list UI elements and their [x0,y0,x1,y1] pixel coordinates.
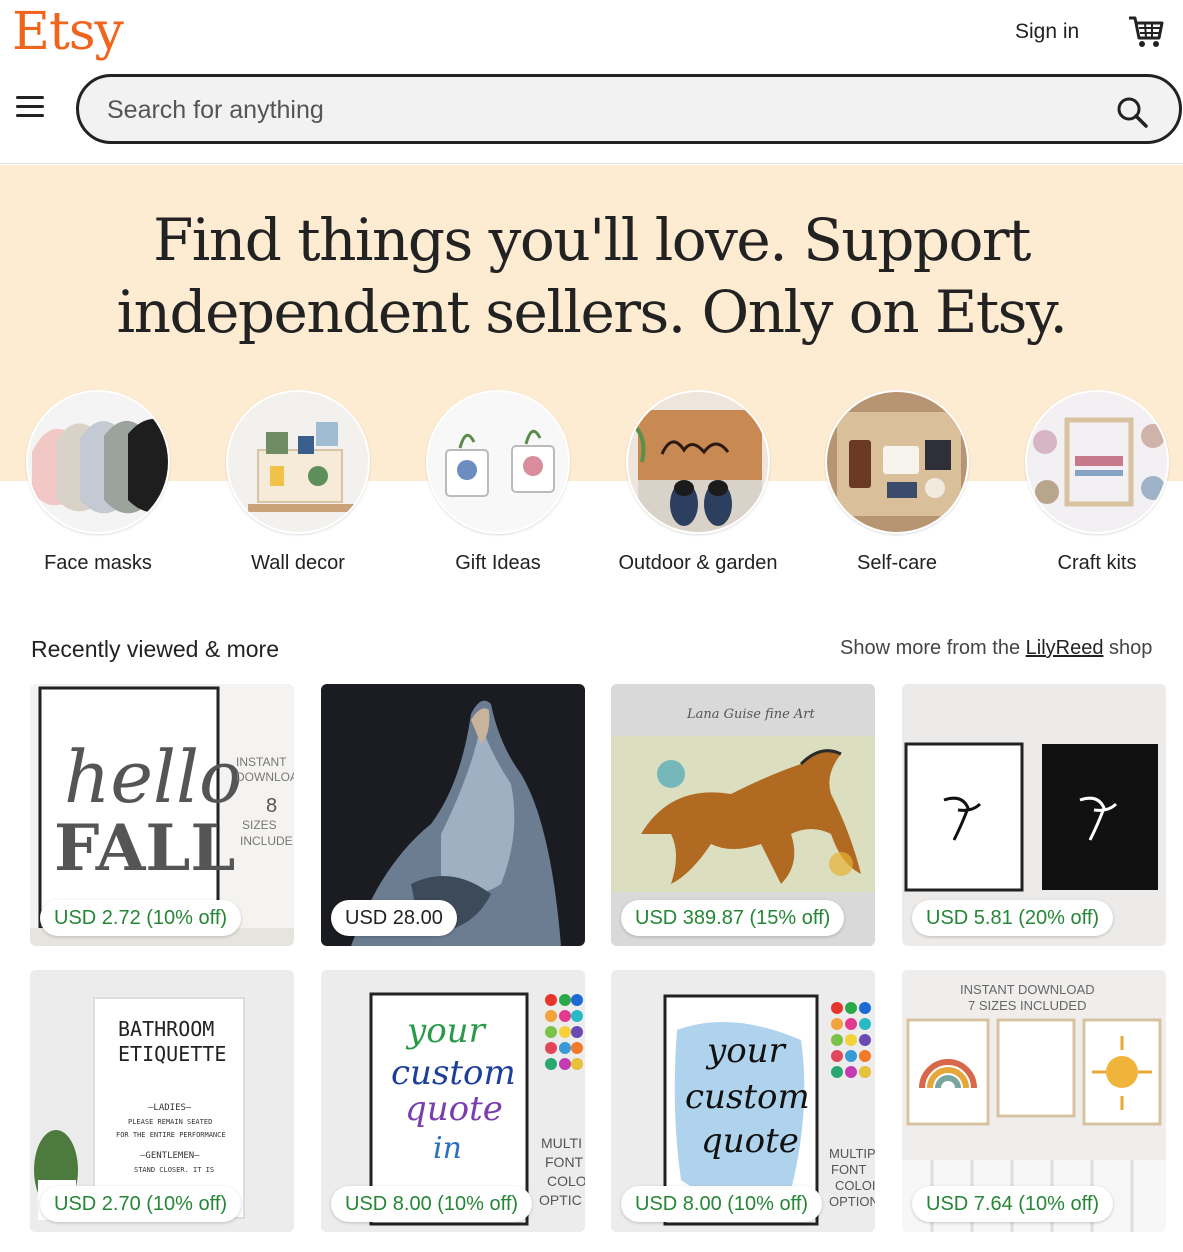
category-image[interactable] [26,390,170,534]
section-title: Recently viewed & more [31,636,279,662]
listing-image-text: Lana Guise fine Art [686,707,816,722]
show-more-suffix: shop [1103,637,1153,659]
listing-price: USD 389.87 (15% off) [621,900,845,936]
category-image[interactable] [426,390,570,534]
listing-image-text: FONT [831,1162,866,1177]
listing-image-text: in [433,1131,462,1166]
listing-image-text: ETIQUETTE [118,1042,226,1066]
hero-title: Find things you'll love. Support indepen… [0,204,1183,348]
listing-image-text: DOWNLOA [236,770,294,784]
listing-image-text: COLO [547,1173,585,1189]
listing-image-text: quote [405,1089,503,1129]
listing-image-text: SIZES [242,818,277,832]
category-wall-decor[interactable]: Wall decor [213,390,383,575]
listing-price: USD 2.70 (10% off) [40,1186,242,1222]
category-self-care[interactable]: Self-care [812,390,982,575]
listing-card[interactable]: INSTANT DOWNLOAD 7 SIZES INCLUDED USD 7.… [902,970,1166,1232]
listing-card[interactable]: USD 28.00 [321,684,585,946]
category-label[interactable]: Face masks [13,552,183,575]
category-row: Face masks Wall decor Gift Ideas Outdoor… [0,390,1183,590]
listing-image-text: custom [685,1077,810,1117]
listing-card[interactable]: your custom quote in MULTI FONT COLO OPT… [321,970,585,1232]
listing-image-text: COLOI [835,1178,875,1193]
listing-image-text: PLEASE REMAIN SEATED [128,1118,212,1126]
show-more-link: Show more from the LilyReed shop [840,637,1152,660]
search-icon[interactable] [1115,95,1149,129]
category-image[interactable] [626,390,770,534]
listing-image-text: INSTANT [236,755,287,769]
listing-card[interactable]: hello FALL INSTANT DOWNLOA 8 SIZES INCLU… [30,684,294,946]
listing-image-text: –LADIES– [148,1103,192,1113]
listing-image-text: –GENTLEMEN– [140,1151,200,1161]
site-header: Etsy Sign in [0,0,1183,164]
listing-price: USD 8.00 (10% off) [621,1186,823,1222]
listing-image-text: hello [64,735,242,819]
cart-icon[interactable] [1127,14,1165,50]
listing-image-text: your [405,1011,487,1051]
listing-image-text: 7 SIZES INCLUDED [968,998,1086,1013]
listing-image-text: OPTIC [539,1192,582,1208]
category-outdoor-garden[interactable]: Outdoor & garden [613,390,783,575]
category-image[interactable] [825,390,969,534]
hero-title-line-2: independent sellers. Only on Etsy. [116,278,1068,346]
listing-image-text: MULTI [541,1135,582,1151]
listing-price: USD 28.00 [331,900,457,936]
listing-image-text: INCLUDE [240,834,293,848]
category-label[interactable]: Wall decor [213,552,383,575]
listing-image-text: custom [391,1053,516,1093]
shop-link[interactable]: LilyReed [1026,637,1104,659]
listing-card[interactable]: Lana Guise fine Art USD 389.87 (15% off) [611,684,875,946]
category-image[interactable] [226,390,370,534]
listing-card[interactable]: USD 5.81 (20% off) [902,684,1166,946]
category-label[interactable]: Gift Ideas [413,552,583,575]
listing-image-text: INSTANT DOWNLOAD [960,982,1095,997]
sign-in-link[interactable]: Sign in [1015,20,1079,44]
listing-price: USD 5.81 (20% off) [912,900,1114,936]
listing-price: USD 2.72 (10% off) [40,900,242,936]
category-craft-kits[interactable]: Craft kits [1012,390,1182,575]
listing-image-text: your [705,1031,787,1071]
listing-image-text: OPTION [829,1194,875,1209]
listing-image-text: MULTIPI [829,1146,875,1161]
listing-image-text: 8 [266,795,277,817]
category-label[interactable]: Outdoor & garden [613,552,783,575]
search-input[interactable] [107,90,1007,130]
category-gift-ideas[interactable]: Gift Ideas [413,390,583,575]
search-bar[interactable] [76,74,1182,144]
listing-card[interactable]: BATHROOM ETIQUETTE –LADIES– PLEASE REMAI… [30,970,294,1232]
listing-image-text: FOR THE ENTIRE PERFORMANCE [116,1131,226,1139]
menu-icon[interactable] [16,96,44,120]
category-image[interactable] [1025,390,1169,534]
listing-card[interactable]: your custom quote MULTIPI FONT COLOI OPT… [611,970,875,1232]
listing-price: USD 8.00 (10% off) [331,1186,533,1222]
listing-image-text: FONT [545,1154,584,1170]
listing-price: USD 7.64 (10% off) [912,1186,1114,1222]
category-label[interactable]: Craft kits [1012,552,1182,575]
listing-image-text: STAND CLOSER. IT IS [134,1166,214,1174]
listing-image-text: quote [701,1121,799,1161]
hero-title-line-1: Find things you'll love. Support [153,206,1031,274]
category-label[interactable]: Self-care [812,552,982,575]
listing-image-text: FALL [54,811,235,886]
listing-image-text: BATHROOM [118,1017,214,1041]
category-face-masks[interactable]: Face masks [13,390,183,575]
etsy-logo[interactable]: Etsy [12,2,124,62]
show-more-prefix: Show more from the [840,637,1026,659]
